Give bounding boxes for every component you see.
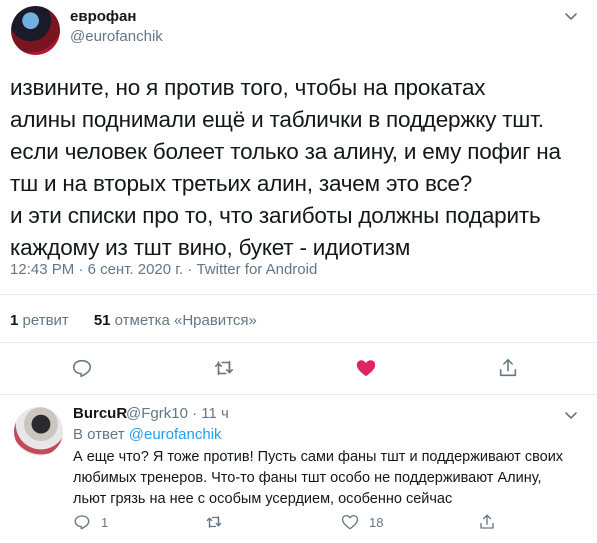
divider xyxy=(0,342,597,343)
meta-separator: · xyxy=(78,261,84,278)
reply-to-label: В ответ xyxy=(73,426,125,443)
reply-count: 1 xyxy=(101,514,109,530)
author-name[interactable]: еврофан xyxy=(70,8,136,25)
share-button[interactable] xyxy=(478,513,496,531)
retweet-button[interactable] xyxy=(205,513,223,531)
chevron-down-icon[interactable] xyxy=(563,407,579,423)
divider xyxy=(0,294,597,295)
like-button[interactable]: 18 xyxy=(341,513,383,531)
reply-text: А еще что? Я тоже против! Пусть сами фан… xyxy=(73,449,564,507)
likes-stat[interactable]: 51 отметка «Нравится» xyxy=(94,312,257,329)
share-icon[interactable] xyxy=(497,357,519,379)
tweet-text: извините, но я против того, чтобы на про… xyxy=(10,75,561,260)
heart-icon[interactable] xyxy=(341,513,359,531)
reply-to-handle[interactable]: @eurofanchik xyxy=(129,426,222,443)
speech-bubble-icon[interactable] xyxy=(71,357,93,379)
meta-separator: · xyxy=(187,261,193,278)
reply-author-handle[interactable]: @Fgrk10 xyxy=(126,405,188,422)
chevron-down-icon[interactable] xyxy=(563,8,579,24)
retweets-stat[interactable]: 1 ретвит xyxy=(10,312,69,329)
reply-time[interactable]: 11 ч xyxy=(201,405,229,422)
speech-bubble-icon[interactable] xyxy=(73,513,91,531)
heart-icon[interactable] xyxy=(355,357,377,379)
author-avatar[interactable] xyxy=(11,6,60,55)
tweet-meta: 12:43 PM · 6 сент. 2020 г. · Twitter for… xyxy=(10,261,317,278)
like-count: 18 xyxy=(369,514,384,530)
meta-separator: · xyxy=(192,405,198,422)
reply-context: В ответ @eurofanchik xyxy=(73,426,222,443)
retweet-icon[interactable] xyxy=(205,513,223,531)
tweet-time[interactable]: 12:43 PM xyxy=(10,261,74,278)
reply-button[interactable]: 1 xyxy=(73,513,108,531)
reply-author-meta: @Fgrk10 · 11 ч xyxy=(126,405,229,422)
retweet-icon[interactable] xyxy=(213,357,235,379)
tweet-stats: 1 ретвит 51 отметка «Нравится» xyxy=(10,312,257,329)
tweet-source[interactable]: Twitter for Android xyxy=(196,261,317,278)
divider xyxy=(0,394,597,395)
share-icon[interactable] xyxy=(478,513,496,531)
author-handle[interactable]: @eurofanchik xyxy=(70,28,163,45)
tweet-date[interactable]: 6 сент. 2020 г. xyxy=(88,261,184,278)
reply-author-avatar[interactable] xyxy=(14,407,63,456)
reply-author-name[interactable]: BurcuR xyxy=(73,405,127,422)
